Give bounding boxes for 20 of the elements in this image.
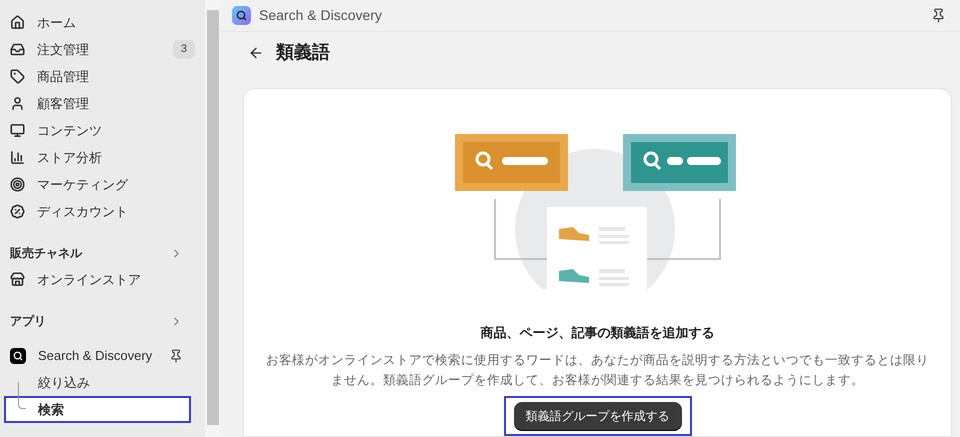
create-group-button[interactable]: 類義語グループを作成する xyxy=(514,402,682,430)
page-title: 類義語 xyxy=(276,41,330,64)
nav-item[interactable]: ホーム xyxy=(2,9,203,36)
nav-item[interactable]: コンテンツ xyxy=(2,117,203,144)
empty-state-description: お客様がオンラインストアで検索に使用するワードは、あなたが商品を説明する方法といつでも一致するとは限りません。類義語グループを作成して、お客様が関連する結果を見つけられるようにします。 xyxy=(265,352,930,389)
nav-item[interactable]: ディスカウント xyxy=(2,198,203,225)
nav-item[interactable]: オンラインストア xyxy=(2,266,203,293)
nav-item[interactable]: 商品管理 xyxy=(2,63,203,90)
nav-item[interactable]: 顧客管理 xyxy=(2,90,203,117)
app-title: Search & Discovery xyxy=(259,6,383,25)
nav-item[interactable]: Search & Discovery xyxy=(38,346,169,366)
empty-state-heading: 商品、ページ、記事の類義語を追加する xyxy=(480,324,714,342)
nav-item[interactable]: 注文管理 3 xyxy=(2,36,203,63)
count-badge: 3 xyxy=(172,40,195,59)
section-heading: 販売チャネル xyxy=(10,245,82,262)
nav-item[interactable]: ストア分析 xyxy=(2,144,203,171)
section-heading: アプリ xyxy=(10,313,46,330)
sub-nav-item[interactable]: 検索 xyxy=(4,396,191,423)
sub-nav-item[interactable]: 絞り込み xyxy=(4,369,191,396)
nav-item[interactable]: マーケティング xyxy=(2,171,203,198)
